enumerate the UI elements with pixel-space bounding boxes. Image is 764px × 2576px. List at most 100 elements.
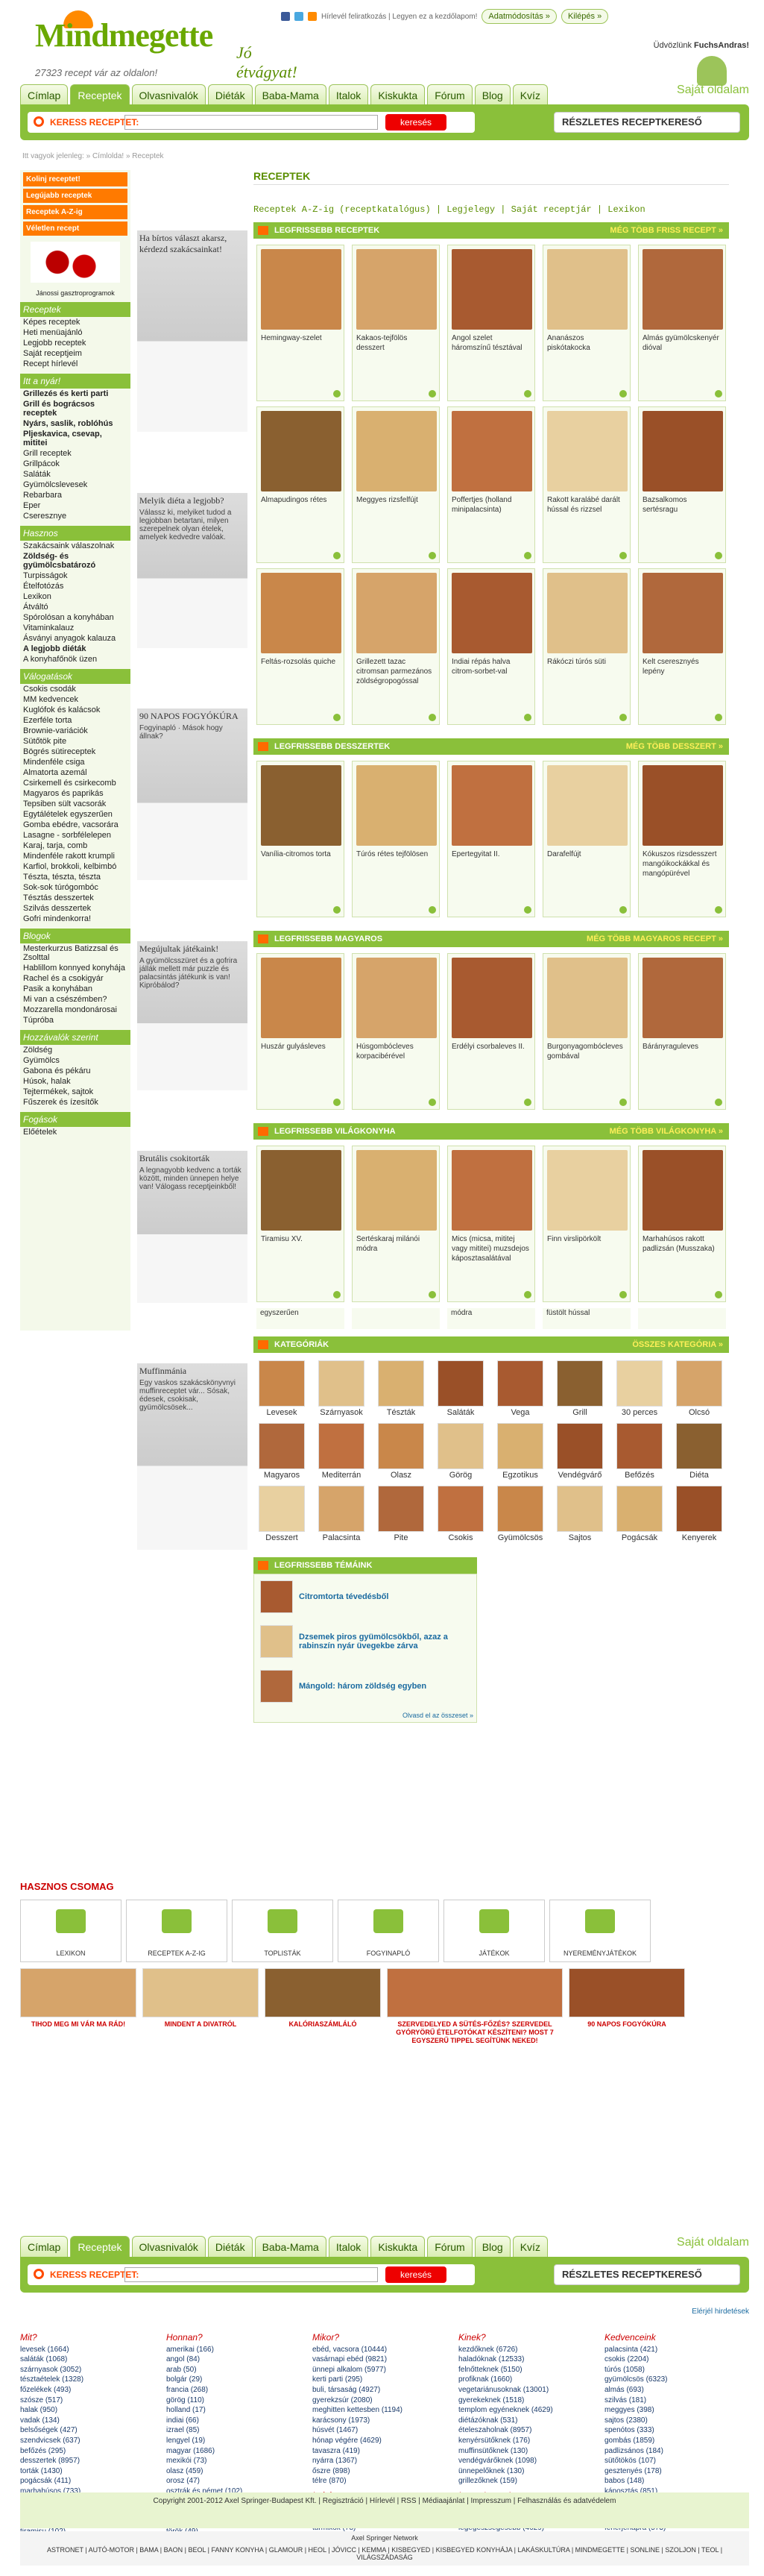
footer-tab-blog[interactable]: Blog: [474, 2236, 511, 2258]
recipe-card[interactable]: Vanília-citromos torta: [256, 761, 344, 917]
category-item[interactable]: 30 perces: [614, 1360, 665, 1417]
promo-image[interactable]: [142, 1968, 259, 2017]
recipe-card[interactable]: Almás gyümölcskenyér dióval: [638, 245, 726, 401]
category-image[interactable]: [676, 1423, 722, 1469]
hasznos-label[interactable]: TOPLISTÁK: [233, 1950, 332, 1957]
arrow-icon[interactable]: [429, 1099, 436, 1106]
hasznos-label[interactable]: LEXIKON: [21, 1950, 121, 1957]
recipe-card[interactable]: Angol szelet háromszínű tésztával: [447, 245, 535, 401]
footer-link[interactable]: sütőtökös (107): [604, 2456, 740, 2466]
sidebar-link[interactable]: Sütőtök pite: [20, 736, 130, 747]
sidebar-link[interactable]: Gabona és pékáru: [20, 1066, 130, 1076]
promo-box[interactable]: SZERVEDELYED A SÜTÉS-FŐZÉS? SZERVEDEL GY…: [387, 1968, 563, 2045]
recipe-title[interactable]: Hemingway-szelet: [257, 333, 344, 343]
sidebar-link[interactable]: Tepsiben sült vacsorák: [20, 799, 130, 809]
rss-icon[interactable]: [308, 12, 317, 21]
recipe-card[interactable]: Bárányraguleves: [638, 953, 726, 1110]
category-item[interactable]: Vega: [495, 1360, 546, 1417]
category-item[interactable]: Magyaros: [256, 1423, 307, 1480]
recipe-image[interactable]: [261, 411, 341, 491]
category-image[interactable]: [438, 1486, 484, 1532]
category-label[interactable]: Olcsó: [674, 1408, 724, 1417]
category-label[interactable]: Desszert: [256, 1533, 307, 1542]
footer-link[interactable]: orosz (47): [166, 2476, 302, 2487]
recipe-card[interactable]: Meggyes rizsfelfújt: [352, 406, 440, 563]
sidebar-link[interactable]: Mozzarella mondonárosai: [20, 1005, 130, 1015]
promo-title[interactable]: KALÓRIASZÁMLÁLÓ: [265, 2020, 381, 2029]
category-image[interactable]: [378, 1360, 424, 1407]
recipe-image[interactable]: [452, 958, 532, 1038]
footer-tab-olvasnivalok[interactable]: Olvasnivalók: [131, 2236, 206, 2258]
category-label[interactable]: Egzotikus: [495, 1471, 546, 1480]
footer-link[interactable]: angol (84): [166, 2354, 302, 2365]
footer-link[interactable]: vendégvárőknek (1098): [458, 2456, 594, 2466]
sidebar-btn-3[interactable]: Véletlen recept: [23, 222, 127, 236]
footer-link[interactable]: vadak (134): [20, 2416, 156, 2426]
arrow-icon[interactable]: [429, 906, 436, 914]
recipe-title[interactable]: Angol szelet háromszínű tésztával: [448, 333, 534, 353]
footer-tab-receptek[interactable]: Receptek: [70, 2236, 130, 2258]
recipe-title[interactable]: Epertegyitat II.: [448, 849, 534, 859]
mid-promo-2[interactable]: 90 NAPOS FOGYÓKÚRA Fogyinapló · Mások hog…: [137, 709, 247, 881]
category-image[interactable]: [259, 1360, 305, 1407]
arrow-icon[interactable]: [333, 714, 341, 721]
recipe-title[interactable]: Ananászos piskótakocka: [543, 333, 630, 353]
arrow-icon[interactable]: [619, 552, 627, 559]
sidebar-btn-0[interactable]: Kolinj receptet!: [23, 172, 127, 186]
sidebar-link[interactable]: Recept hírlevél: [20, 359, 130, 369]
footer-link[interactable]: magyar (1686): [166, 2446, 302, 2457]
arrow-icon[interactable]: [524, 1099, 531, 1106]
footer-link[interactable]: desszertek (8957): [20, 2456, 156, 2466]
recipe-title[interactable]: Kakaos-tejfölös desszert: [353, 333, 439, 353]
recipe-title[interactable]: Húsgombócleves korpacibérével: [353, 1042, 439, 1061]
sidebar-link[interactable]: Rebarbara: [20, 490, 130, 500]
footer-link[interactable]: halak (950): [20, 2405, 156, 2416]
arrow-icon[interactable]: [333, 1291, 341, 1298]
footer-link[interactable]: torták (1430): [20, 2466, 156, 2477]
sidebar-link[interactable]: A legjobb diéták: [20, 644, 130, 654]
category-item[interactable]: Szárnyasok: [316, 1360, 367, 1417]
category-item[interactable]: Olasz: [376, 1423, 426, 1480]
category-image[interactable]: [318, 1423, 364, 1469]
arrow-icon[interactable]: [333, 552, 341, 559]
sidebar-link[interactable]: Csokis csodák: [20, 684, 130, 694]
recipe-card[interactable]: Erdélyi csorbaleves II.: [447, 953, 535, 1110]
promo-title[interactable]: MINDENT A DIVATRÓL: [142, 2020, 259, 2029]
promo-image[interactable]: [569, 1968, 685, 2017]
topic-image[interactable]: [260, 1670, 293, 1703]
hasznos-label[interactable]: RECEPTEK A-Z-IG: [127, 1950, 227, 1957]
footer-link[interactable]: szárnyasok (3052): [20, 2365, 156, 2375]
promo-box[interactable]: TIHOD MEG MI VÁR MA RÁD!: [20, 1968, 136, 2045]
recipe-image[interactable]: [547, 249, 628, 330]
footer-link[interactable]: túrós (1058): [604, 2365, 740, 2375]
category-image[interactable]: [557, 1360, 603, 1407]
sidebar-link[interactable]: Almatorta azemál: [20, 767, 130, 778]
category-image[interactable]: [497, 1360, 543, 1407]
sidebar-link[interactable]: Vitaminkalauz: [20, 623, 130, 633]
recipe-image[interactable]: [452, 411, 532, 491]
arrow-icon[interactable]: [619, 1099, 627, 1106]
footer-search-input[interactable]: [124, 2267, 378, 2282]
recipe-card[interactable]: Huszár gulyásleves: [256, 953, 344, 1110]
footer-search-button[interactable]: keresés: [385, 2266, 446, 2283]
footer-link[interactable]: kezdőknek (6726): [458, 2345, 594, 2355]
recipe-image[interactable]: [452, 765, 532, 846]
recipe-card[interactable]: Burgonyagombócleves gombával: [543, 953, 631, 1110]
sidebar-link[interactable]: Grill receptek: [20, 448, 130, 459]
tab-forum[interactable]: Fórum: [427, 84, 473, 106]
sidebar-link[interactable]: Zöldség- és gyümölcsbatározó: [20, 551, 130, 571]
footer-link[interactable]: gesztenyés (178): [604, 2466, 740, 2477]
recipe-card[interactable]: Marhahúsos rakott padlizsán (Musszaka): [638, 1146, 726, 1302]
topbar-links[interactable]: Hírlevél feliratkozás | Legyen ez a kezd…: [321, 13, 477, 21]
sidebar-link[interactable]: Ételfotózás: [20, 581, 130, 591]
footer-link[interactable]: gyümölcsös (6323): [604, 2375, 740, 2385]
cherry-image[interactable]: [31, 242, 120, 283]
hasznos-box[interactable]: RECEPTEK A-Z-IG: [126, 1900, 227, 1962]
footer-link[interactable]: palacsinta (421): [604, 2345, 740, 2355]
footer-link[interactable]: húsvét (1467): [312, 2425, 448, 2436]
arrow-icon[interactable]: [715, 1099, 722, 1106]
footer-link[interactable]: templom egyéneknek (4629): [458, 2405, 594, 2416]
tab-kiskukta[interactable]: Kiskukta: [370, 84, 426, 106]
category-image[interactable]: [557, 1423, 603, 1469]
topic-title[interactable]: Dzsemek piros gyümölcsökből, azaz a rabi…: [299, 1633, 470, 1650]
